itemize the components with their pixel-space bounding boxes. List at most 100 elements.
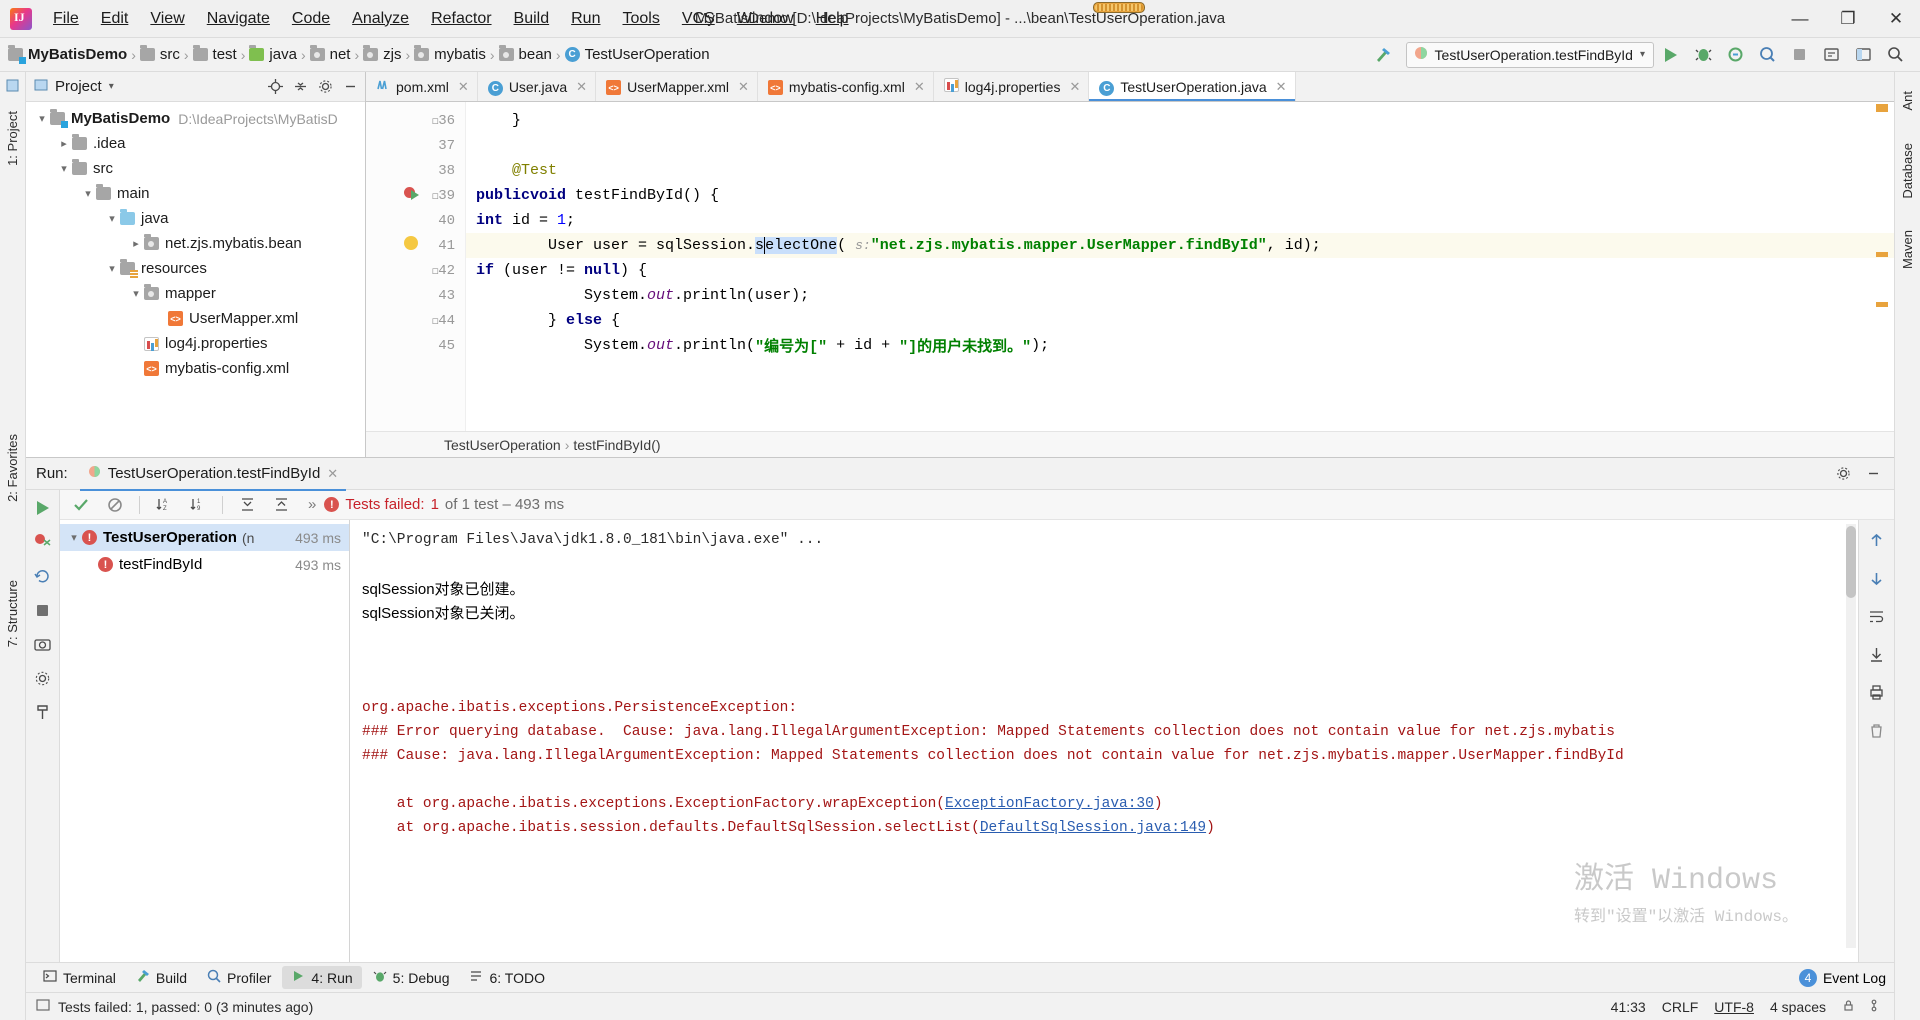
sidebar-item-structure[interactable]: 7: Structure	[1, 571, 24, 656]
sidebar-item-ant[interactable]: Ant	[1896, 82, 1919, 120]
layout-icon[interactable]	[1848, 41, 1878, 69]
code-text[interactable]: } @Test public void testFindById() { int…	[466, 102, 1894, 431]
breadcrumb-item-class[interactable]: C TestUserOperation	[564, 46, 710, 63]
close-icon[interactable]: ✕	[327, 466, 338, 482]
tree-item-mybatisdemo[interactable]: ▾ MyBatisDemo D:\IdeaProjects\MyBatisD	[26, 106, 365, 131]
editor-gutter[interactable]: 36 ◻ 37 38 39 ◻ 40 41 42 ◻ 43 44 ◻ 45	[366, 102, 466, 431]
test-tree-node-method[interactable]: ! testFindById 493 ms	[60, 551, 349, 578]
breadcrumb-item-src[interactable]: src	[139, 45, 180, 63]
run-icon[interactable]	[1656, 41, 1686, 69]
close-icon[interactable]: ✕	[914, 79, 925, 95]
chevron-down-icon[interactable]: ▾	[128, 287, 144, 300]
pin-tab-icon[interactable]	[31, 700, 55, 724]
menu-tools[interactable]: Tools	[611, 6, 670, 32]
expand-chevrons-icon[interactable]: »	[308, 496, 316, 513]
hide-panel-icon[interactable]	[339, 76, 361, 98]
tree-item-mapper[interactable]: ▾ mapper	[26, 281, 365, 306]
menu-edit[interactable]: Edit	[90, 6, 140, 32]
console-output[interactable]: "C:\Program Files\Java\jdk1.8.0_181\bin\…	[350, 520, 1858, 962]
chevron-down-icon[interactable]: ▾	[104, 262, 120, 275]
tab-mybatis-config-xml[interactable]: <> mybatis-config.xml ✕	[758, 72, 934, 101]
chevron-right-icon[interactable]: ▸	[128, 237, 144, 250]
tree-item-package[interactable]: ▸ net.zjs.mybatis.bean	[26, 231, 365, 256]
breadcrumb-item-test[interactable]: test	[192, 45, 237, 63]
chevron-down-icon[interactable]: ▾	[34, 112, 50, 125]
breadcrumb-item-mybatis[interactable]: mybatis	[414, 45, 486, 63]
indent-setting[interactable]: 4 spaces	[1770, 999, 1826, 1015]
close-icon[interactable]: ✕	[458, 79, 469, 95]
collapse-all-icon[interactable]	[289, 76, 311, 98]
breadcrumb-class[interactable]: TestUserOperation	[444, 437, 561, 453]
tab-log4j-properties[interactable]: log4j.properties ✕	[934, 72, 1090, 101]
hide-panel-icon[interactable]	[1860, 462, 1886, 486]
git-branch-icon[interactable]	[1871, 999, 1884, 1015]
toolwindow-terminal[interactable]: Terminal	[34, 966, 125, 989]
settings-icon[interactable]	[31, 666, 55, 690]
lock-icon[interactable]	[1842, 999, 1855, 1015]
soft-wrap-icon[interactable]	[1865, 604, 1889, 628]
show-ignored-icon[interactable]	[102, 493, 128, 517]
warning-stripe[interactable]	[1876, 252, 1888, 257]
close-icon[interactable]: ✕	[576, 79, 587, 95]
close-button[interactable]: ✕	[1872, 0, 1920, 37]
error-stripe-gutter[interactable]	[1868, 102, 1888, 431]
sidebar-item-project[interactable]: 1: Project	[1, 102, 24, 175]
panel-title[interactable]: Project ▾	[34, 78, 114, 96]
fold-marker-icon[interactable]: ◻	[432, 314, 444, 328]
sidebar-item-database[interactable]: Database	[1896, 134, 1919, 208]
chevron-down-icon[interactable]: ▾	[66, 531, 82, 544]
run-configuration-selector[interactable]: TestUserOperation.testFindById ▾	[1405, 41, 1654, 68]
menu-refactor[interactable]: Refactor	[420, 6, 502, 32]
rerun-icon[interactable]	[31, 496, 55, 520]
toolwindow-run[interactable]: 4: Run	[282, 966, 362, 989]
intention-bulb-icon[interactable]	[404, 236, 422, 254]
test-tree-node-class[interactable]: ▾ ! TestUserOperation (n 493 ms	[60, 524, 349, 551]
sidebar-item-favorites[interactable]: 2: Favorites	[1, 425, 24, 511]
toolwindow-todo[interactable]: 6: TODO	[460, 966, 554, 989]
close-icon[interactable]: ✕	[1276, 79, 1287, 95]
menu-window[interactable]: Window	[726, 6, 805, 32]
menu-analyze[interactable]: Analyze	[341, 6, 420, 32]
fold-marker-icon[interactable]: ◻	[432, 189, 444, 203]
export-screenshot-icon[interactable]	[31, 632, 55, 656]
tab-testuseroperation-java[interactable]: C TestUserOperation.java ✕	[1089, 72, 1296, 101]
menu-code[interactable]: Code	[281, 6, 341, 32]
profile-icon[interactable]	[1752, 41, 1782, 69]
event-log-button[interactable]: 4 Event Log	[1798, 968, 1886, 987]
print-icon[interactable]	[1865, 680, 1889, 704]
tab-pom-xml[interactable]: pom.xml ✕	[366, 72, 478, 101]
file-encoding[interactable]: UTF-8	[1714, 999, 1754, 1015]
stop-icon[interactable]	[31, 598, 55, 622]
search-icon[interactable]	[1880, 41, 1910, 69]
menu-vcs[interactable]: VCS	[671, 6, 726, 32]
run-tab-testfindbyid[interactable]: TestUserOperation.testFindById ✕	[79, 461, 347, 491]
minimize-button[interactable]: —	[1776, 0, 1824, 37]
caret-position[interactable]: 41:33	[1611, 999, 1646, 1015]
breadcrumb-item-bean[interactable]: bean	[498, 45, 552, 63]
warning-stripe[interactable]	[1876, 104, 1888, 112]
sidebar-item-maven[interactable]: Maven	[1896, 221, 1919, 278]
hammer-icon[interactable]	[1368, 41, 1398, 69]
stacktrace-link[interactable]: ExceptionFactory.java:30	[945, 796, 1154, 812]
chevron-right-icon[interactable]: ▸	[56, 137, 72, 150]
tab-usermapper-xml[interactable]: <> UserMapper.xml ✕	[596, 72, 758, 101]
chevron-down-icon[interactable]: ▾	[80, 187, 96, 200]
menu-build[interactable]: Build	[503, 6, 561, 32]
toolwindow-profiler[interactable]: Profiler	[198, 966, 280, 989]
menu-navigate[interactable]: Navigate	[196, 6, 281, 32]
expand-all-icon[interactable]	[234, 493, 260, 517]
sort-alphabetically-icon[interactable]: AZ	[151, 493, 177, 517]
select-opened-file-icon[interactable]	[1816, 41, 1846, 69]
tab-user-java[interactable]: C User.java ✕	[478, 72, 597, 101]
breadcrumb-method[interactable]: testFindById()	[573, 437, 660, 453]
menu-run[interactable]: Run	[560, 6, 611, 32]
chevron-down-icon[interactable]: ▾	[104, 212, 120, 225]
menu-help[interactable]: Help	[805, 6, 860, 32]
tree-item-usermapper-xml[interactable]: <> UserMapper.xml	[26, 306, 365, 331]
breadcrumb-item-net[interactable]: net	[309, 45, 350, 63]
stop-icon[interactable]	[1784, 41, 1814, 69]
gear-icon[interactable]	[1830, 462, 1856, 486]
line-separator[interactable]: CRLF	[1662, 999, 1699, 1015]
tree-item-src[interactable]: ▾ src	[26, 156, 365, 181]
project-structure-icon[interactable]	[6, 79, 19, 95]
